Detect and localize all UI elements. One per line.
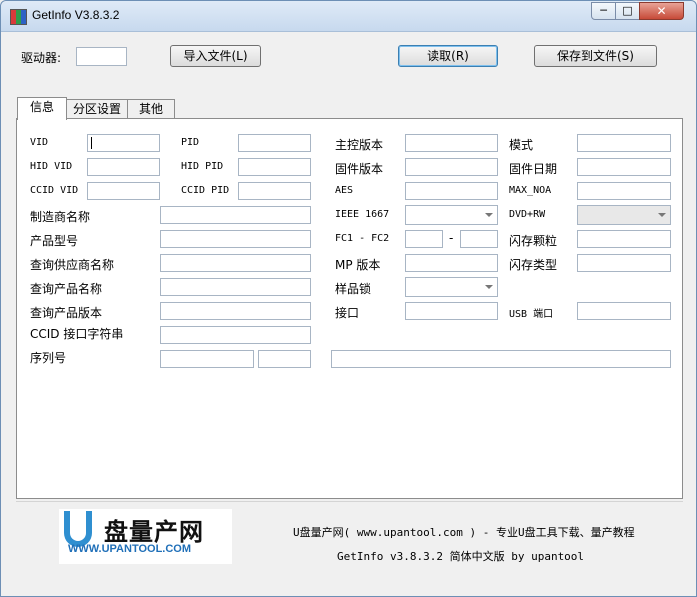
sample-lock-select[interactable] (405, 277, 498, 297)
ccid-string-field[interactable] (160, 326, 311, 344)
max-noa-field[interactable] (577, 182, 671, 200)
controller-version-field[interactable] (405, 134, 498, 152)
interface-field[interactable] (405, 302, 498, 320)
ccid-string-label: CCID 接口字符串 (30, 327, 124, 341)
logo-u-mark (64, 511, 92, 547)
serial-number-field-2[interactable] (258, 350, 311, 368)
usb-port-label: USB 端口 (509, 309, 554, 320)
hid-pid-label: HID PID (181, 161, 224, 172)
maximize-button[interactable]: □ (615, 2, 640, 20)
vid-label: VID (30, 137, 49, 148)
product-version-query-label: 查询产品版本 (30, 306, 103, 320)
maximize-icon: □ (622, 4, 633, 17)
serial-number-label: 序列号 (30, 351, 67, 365)
firmware-version-label: 固件版本 (335, 162, 384, 176)
hid-vid-label: HID VID (30, 161, 73, 172)
fc1-field[interactable] (405, 230, 443, 248)
hid-pid-field[interactable] (238, 158, 311, 176)
fc2-field[interactable] (460, 230, 498, 248)
vendor-query-field[interactable] (160, 254, 311, 272)
mp-version-label: MP 版本 (335, 258, 381, 272)
firmware-date-field[interactable] (577, 158, 671, 176)
flash-chip-field[interactable] (577, 230, 671, 248)
close-icon: ✕ (656, 4, 667, 18)
aes-field[interactable] (405, 182, 498, 200)
mode-field[interactable] (577, 134, 671, 152)
max-noa-label: MAX_NOA (509, 185, 552, 196)
chevron-down-icon (658, 213, 666, 217)
logo-url: WWW.UPANTOOL.COM (68, 543, 192, 555)
hid-vid-field[interactable] (87, 158, 160, 176)
vendor-query-label: 查询供应商名称 (30, 258, 115, 272)
pid-label: PID (181, 137, 200, 148)
flash-type-field[interactable] (577, 254, 671, 272)
manufacturer-label: 制造商名称 (30, 210, 91, 224)
aes-label: AES (335, 185, 354, 196)
tab-info[interactable]: 信息 (17, 97, 67, 120)
product-query-label: 查询产品名称 (30, 282, 103, 296)
fc-dash: - (449, 231, 454, 245)
ccid-pid-label: CCID PID (181, 185, 230, 196)
tab-partition[interactable]: 分区设置 (66, 99, 128, 119)
app-icon (10, 9, 27, 25)
vid-field[interactable] (87, 134, 160, 152)
minimize-icon: ─ (600, 4, 607, 17)
controller-version-label: 主控版本 (335, 138, 384, 152)
ieee-1667-select[interactable] (405, 205, 498, 225)
drive-input[interactable] (76, 47, 127, 66)
save-to-file-button[interactable]: 保存到文件(S) (534, 45, 657, 67)
tab-other[interactable]: 其他 (127, 99, 175, 119)
firmware-version-field[interactable] (405, 158, 498, 176)
ccid-pid-field[interactable] (238, 182, 311, 200)
window-title: GetInfo V3.8.3.2 (32, 8, 120, 22)
footer-line-2: GetInfo v3.8.3.2 简体中文版 by upantool (337, 550, 585, 563)
product-model-label: 产品型号 (30, 234, 79, 248)
firmware-date-label: 固件日期 (509, 162, 558, 176)
manufacturer-field[interactable] (160, 206, 311, 224)
chevron-down-icon (485, 213, 493, 217)
fc-label: FC1 - FC2 (335, 233, 390, 244)
read-button[interactable]: 读取(R) (398, 45, 498, 67)
chevron-down-icon (485, 285, 493, 289)
mp-version-field[interactable] (405, 254, 498, 272)
interface-label: 接口 (335, 306, 360, 320)
flash-chip-label: 闪存颗粒 (509, 234, 558, 248)
ccid-vid-field[interactable] (87, 182, 160, 200)
close-button[interactable]: ✕ (639, 2, 684, 20)
ieee-1667-label: IEEE 1667 (335, 209, 390, 220)
product-model-field[interactable] (160, 230, 311, 248)
footer-line-1: U盘量产网( www.upantool.com ) - 专业U盘工具下载、量产教… (293, 526, 635, 539)
footer-divider (16, 501, 683, 502)
serial-number-field-1[interactable] (160, 350, 254, 368)
sample-lock-label: 样品锁 (335, 282, 372, 296)
ccid-vid-label: CCID VID (30, 185, 79, 196)
logo-text: 盘量产网 (104, 518, 204, 546)
dvd-rw-label: DVD+RW (509, 209, 546, 220)
usb-port-field[interactable] (577, 302, 671, 320)
pid-field[interactable] (238, 134, 311, 152)
flash-type-label: 闪存类型 (509, 258, 558, 272)
text-caret (91, 137, 92, 149)
minimize-button[interactable]: ─ (591, 2, 616, 20)
title-bar[interactable]: GetInfo V3.8.3.2 ─ □ ✕ (1, 1, 696, 32)
dvd-rw-select[interactable] (577, 205, 671, 225)
product-query-field[interactable] (160, 278, 311, 296)
mode-label: 模式 (509, 138, 534, 152)
upantool-logo[interactable]: 盘量产网 WWW.UPANTOOL.COM (59, 509, 232, 564)
product-version-query-field[interactable] (160, 302, 311, 320)
main-window: GetInfo V3.8.3.2 ─ □ ✕ 驱动器: 导入文件(L) 读取(R… (0, 0, 697, 597)
drive-label: 驱动器: (21, 51, 62, 65)
import-file-button[interactable]: 导入文件(L) (170, 45, 261, 67)
serial-number-field-3[interactable] (331, 350, 671, 368)
